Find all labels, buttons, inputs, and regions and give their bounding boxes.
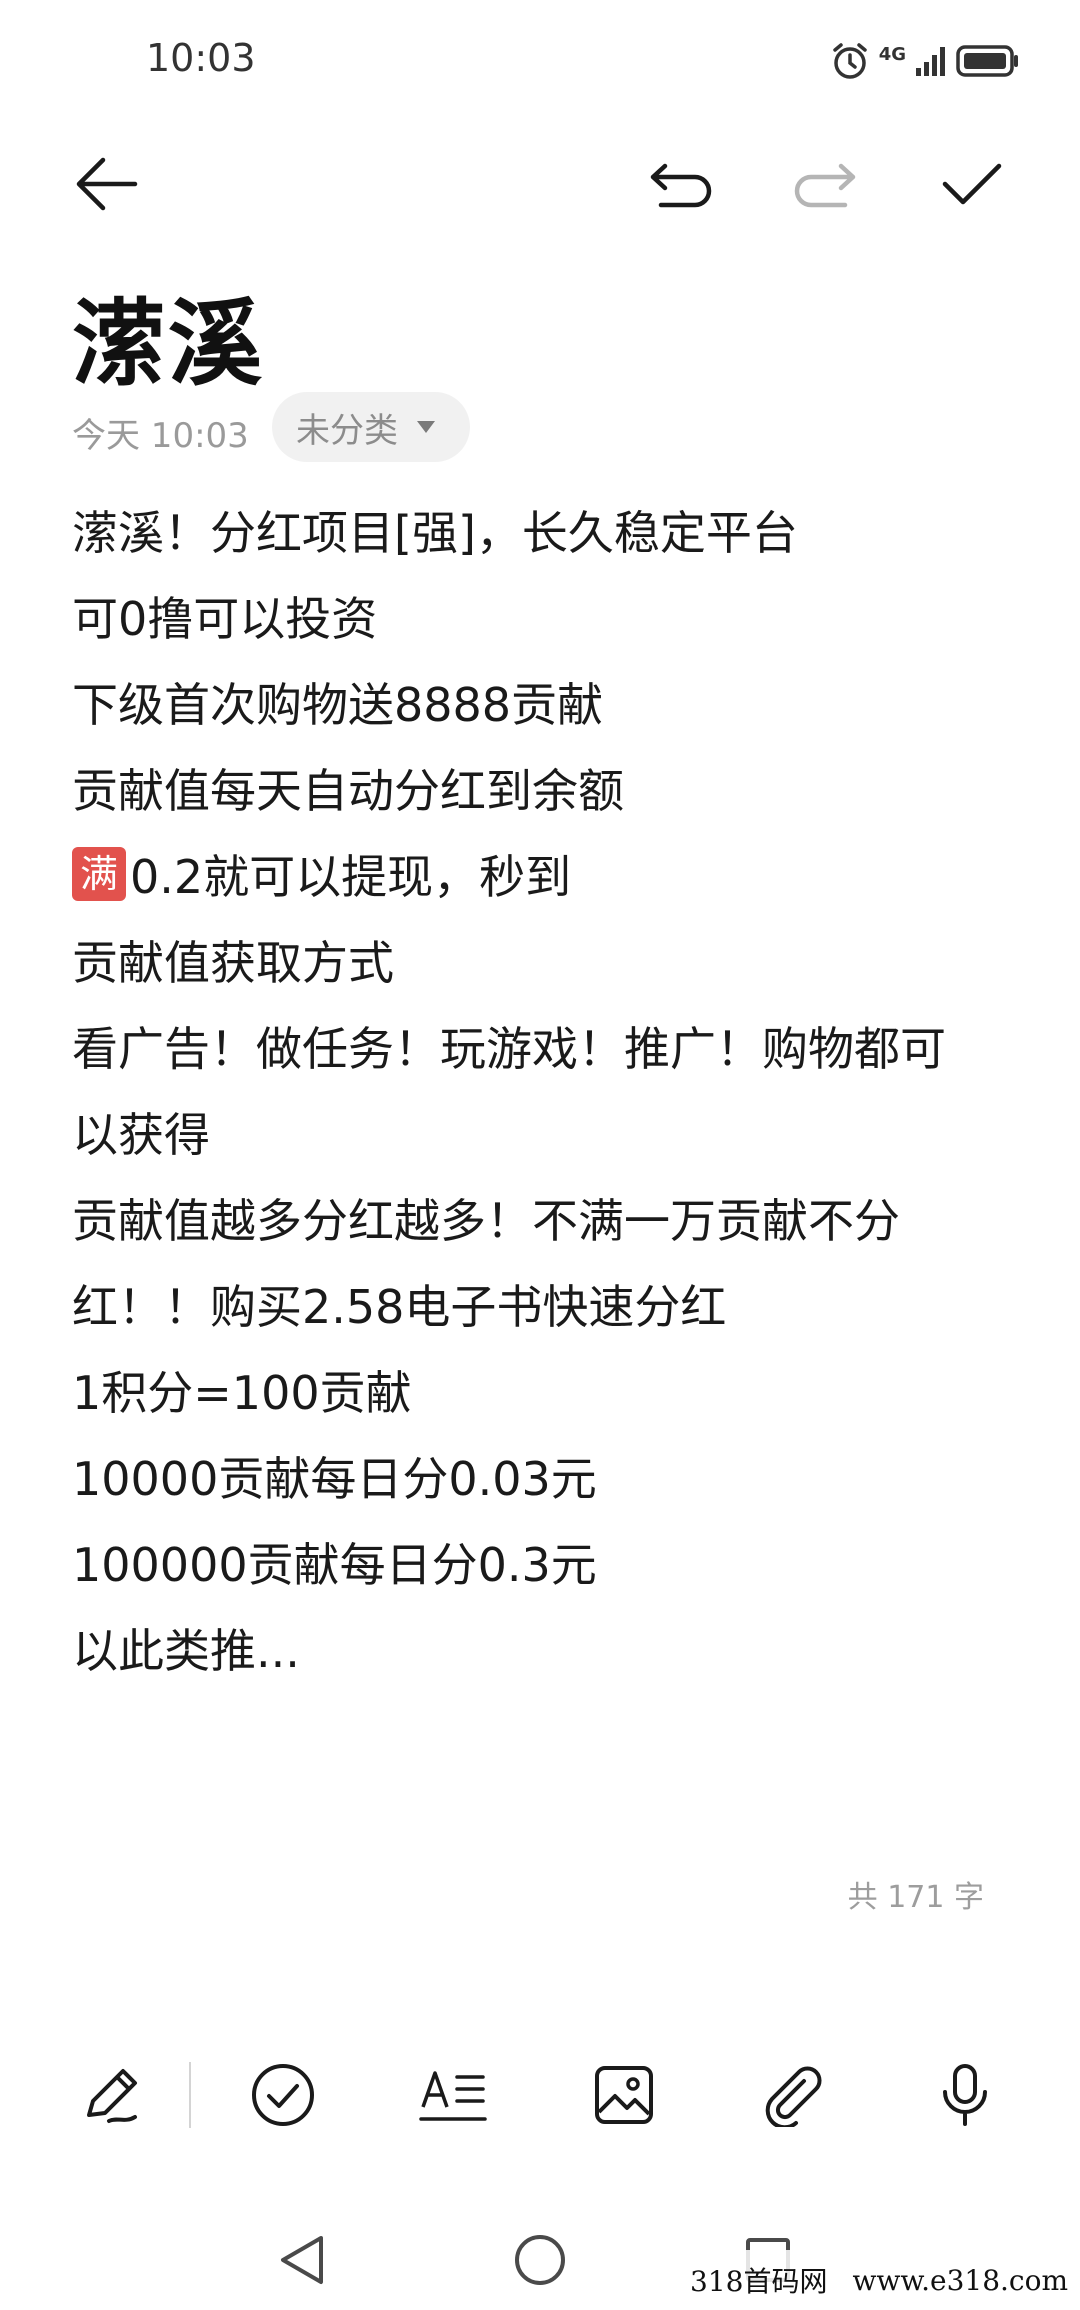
attachment-icon (765, 2066, 822, 2127)
note-line: 以获得 (72, 1108, 210, 1162)
checklist-icon (252, 2064, 314, 2126)
watermark: 318首码网 www.e318.com (680, 2250, 1080, 2310)
dropdown-triangle-icon (417, 421, 435, 433)
battery-icon (956, 45, 1018, 77)
full-emoji-badge: 满 (72, 847, 126, 901)
note-line: 以此类推... (72, 1624, 300, 1678)
note-line: 看广告！做任务！玩游戏！推广！购物都可 (72, 1022, 946, 1076)
nav-home-icon (515, 2235, 565, 2285)
nav-back-button[interactable] (252, 2210, 352, 2310)
note-line: 100000贡献每日分0.3元 (72, 1538, 597, 1592)
status-icons: 4G (829, 38, 1020, 84)
checklist-button[interactable] (228, 2040, 338, 2150)
note-line-with-badge: 满 0.2就可以提现，秒到 (72, 834, 1032, 920)
handwriting-button[interactable] (56, 2040, 166, 2150)
toolbar-divider (189, 2062, 191, 2128)
voice-input-button[interactable] (910, 2040, 1020, 2150)
pen-icon (87, 2069, 137, 2123)
note-line: 贡献值获取方式 (72, 936, 394, 990)
watermark-url: www.e318.com (852, 2263, 1068, 2297)
back-arrow-icon (76, 157, 138, 211)
signal-icon (916, 47, 945, 76)
network-type-label: 4G (878, 43, 906, 65)
note-title[interactable]: 潆溪 (72, 268, 264, 404)
note-line: 红！！购买2.58电子书快速分红 (72, 1280, 727, 1334)
note-line: 下级首次购物送8888贡献 (72, 678, 604, 732)
note-line: 贡献值越多分红越多！不满一万贡献不分 (72, 1194, 900, 1248)
category-label: 未分类 (296, 410, 398, 451)
nav-home-button[interactable] (490, 2210, 590, 2310)
back-button[interactable] (58, 136, 154, 232)
check-icon (942, 163, 1002, 205)
undo-button[interactable] (634, 136, 730, 232)
done-button[interactable] (924, 136, 1020, 232)
attachment-button[interactable] (739, 2040, 849, 2150)
status-time: 10:03 (146, 36, 256, 80)
note-line-text: 0.2就可以提现，秒到 (130, 850, 572, 904)
watermark-site-name: 318首码网 (690, 2265, 828, 2298)
redo-icon (794, 163, 856, 208)
image-icon (595, 2066, 653, 2124)
note-line: 10000贡献每日分0.03元 (72, 1452, 597, 1506)
microphone-icon (943, 2064, 987, 2126)
note-body[interactable]: 潆溪！分红项目[强]，长久稳定平台 可0撸可以投资 下级首次购物送8888贡献 … (72, 490, 1032, 1694)
note-line: 1积分=100贡献 (72, 1366, 412, 1420)
note-line: 贡献值每天自动分红到余额 (72, 764, 624, 818)
text-format-icon (419, 2071, 487, 2121)
redo-button[interactable] (776, 136, 872, 232)
insert-image-button[interactable] (569, 2040, 679, 2150)
note-timestamp: 今天 10:03 (72, 416, 249, 456)
text-format-button[interactable] (398, 2040, 508, 2150)
undo-icon (650, 163, 712, 208)
note-line: 可0撸可以投资 (72, 592, 378, 646)
note-line: 潆溪！分红项目[强]，长久稳定平台 (72, 506, 798, 560)
nav-back-icon (281, 2236, 323, 2284)
alarm-icon (832, 43, 867, 79)
character-count: 共 171 字 (847, 1880, 984, 1915)
category-selector[interactable]: 未分类 (272, 392, 470, 462)
